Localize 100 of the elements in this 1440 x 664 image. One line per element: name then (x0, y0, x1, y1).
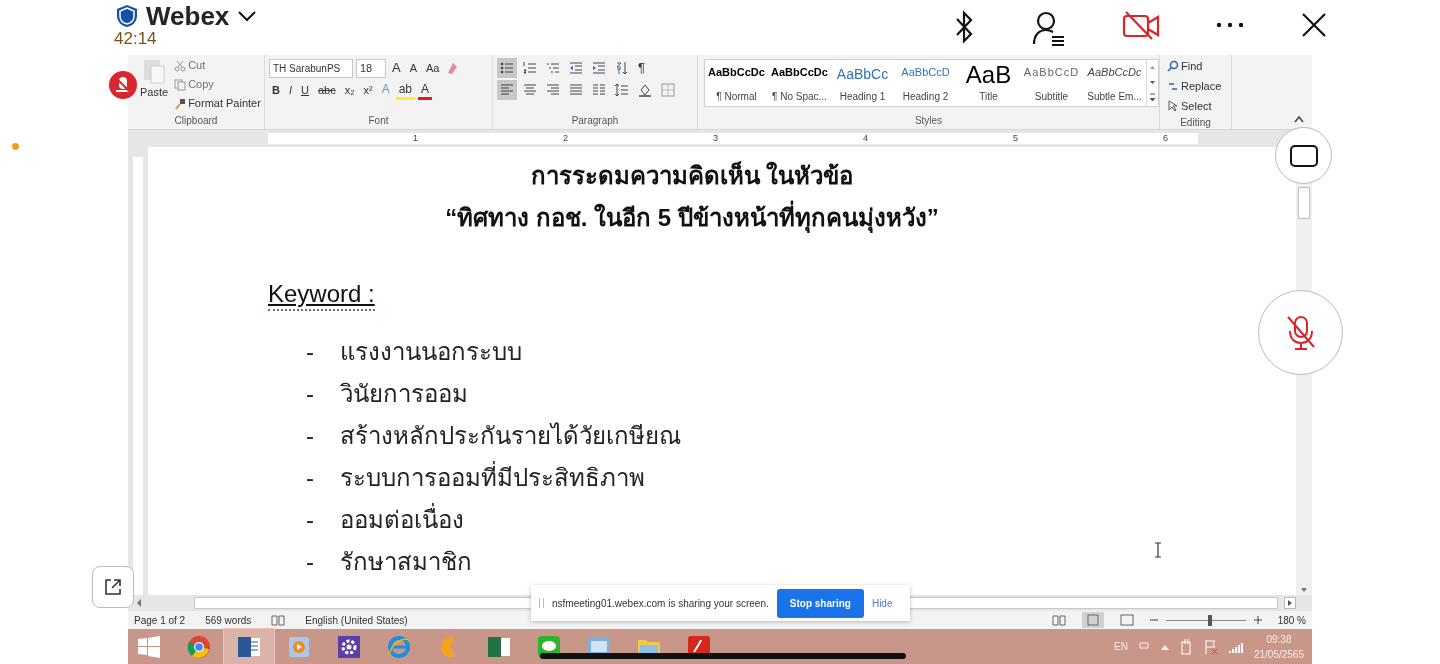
app-icon (387, 634, 411, 659)
change-case-button[interactable]: Aa (423, 58, 443, 78)
ruler-number: 1 (412, 133, 418, 144)
style-item[interactable]: AaBbCcDc Subtle Em... (1083, 60, 1146, 106)
share-out-button[interactable] (92, 566, 134, 608)
cursor-icon (1167, 100, 1179, 112)
copy-icon (174, 78, 187, 91)
style-item[interactable]: AaB Title (957, 60, 1020, 106)
align-center-icon (523, 83, 537, 97)
subscript-button[interactable]: x₂ (341, 80, 358, 100)
grip-icon (539, 598, 544, 608)
highlight-button[interactable]: ab (395, 80, 416, 100)
ruler-number: 2 (562, 133, 568, 144)
font-size-field[interactable]: 18 (356, 58, 386, 78)
zoom-in-icon[interactable] (1253, 616, 1262, 624)
bullet-text: แรงงานนอกระบบ (340, 337, 522, 367)
document-title: การระดมความคิดเห็น ในหัวข้อ (529, 160, 855, 191)
outdent-icon (569, 61, 583, 75)
grow-font-button[interactable]: A (389, 58, 404, 78)
select-button[interactable]: Select (1164, 96, 1227, 116)
stop-sharing-button[interactable]: Stop sharing (776, 588, 864, 618)
borders-icon (661, 83, 675, 97)
bold-button[interactable]: B (269, 80, 283, 100)
start-icon[interactable] (138, 635, 160, 658)
align-left-icon (500, 83, 514, 97)
meeting-timer: 42:14 (114, 30, 158, 48)
app-icon (487, 634, 511, 659)
font-name-field[interactable]: TH SarabunPS (269, 58, 353, 78)
copy-button[interactable]: Copy (171, 75, 264, 94)
shield-icon (116, 4, 138, 28)
bullet-text: ออมต่อเนื่อง (340, 499, 464, 541)
keyword-heading: Keyword : (268, 279, 375, 311)
zoom-slider-thumb[interactable] (1208, 614, 1213, 626)
scrollbar-thumb[interactable] (1298, 187, 1310, 219)
style-item[interactable]: AaBbCcDc ¶ Normal (705, 60, 768, 106)
bullet-marker: - (306, 463, 315, 493)
indent-icon (592, 61, 606, 75)
group-label: Clipboard (173, 114, 219, 128)
show-marks-button[interactable]: ¶ (635, 58, 648, 78)
columns-icon (592, 83, 606, 97)
word-count[interactable]: 569 words (205, 612, 252, 628)
chevron-down-icon[interactable] (237, 10, 258, 22)
justify-icon (569, 83, 583, 97)
find-button[interactable]: Find (1164, 56, 1227, 76)
underline-button[interactable]: U (298, 80, 312, 100)
sort-icon (615, 61, 629, 75)
sharing-message: nsfmeeting01.webex.com is sharing your screen. (552, 596, 769, 611)
search-icon (1167, 60, 1179, 72)
hide-link[interactable]: Hide (871, 595, 893, 611)
flag-icon[interactable] (1203, 638, 1218, 655)
ruler-number: 3 (712, 133, 718, 144)
mic-off-icon (1285, 314, 1316, 351)
brush-icon (174, 97, 187, 110)
bullet-text: ระบบการออมที่มีประสิทธิภาพ (340, 457, 645, 499)
shading-icon (638, 83, 652, 97)
scissors-icon (174, 59, 187, 72)
collapse-ribbon-icon[interactable] (1294, 115, 1304, 123)
replace-button[interactable]: Replace (1164, 76, 1227, 96)
bullet-text: รักษาสมาชิก (340, 547, 472, 577)
power-icon[interactable] (1179, 638, 1194, 655)
bullets-icon (500, 61, 514, 75)
shrink-font-button[interactable]: A (406, 58, 420, 78)
taskbar-app[interactable] (224, 629, 274, 664)
font-color-button[interactable]: A (418, 80, 433, 100)
multilevel-icon (546, 61, 560, 75)
scroll-right-icon[interactable] (1284, 597, 1296, 609)
window-icon (1288, 143, 1319, 168)
external-link-icon (103, 577, 123, 597)
zoom-level[interactable]: 180 % (1277, 612, 1306, 628)
format-painter-button[interactable]: Format Painter (171, 94, 264, 113)
proofing-icon[interactable] (271, 614, 286, 626)
web-layout-icon[interactable] (1119, 614, 1134, 626)
participants-icon[interactable] (1032, 10, 1066, 46)
style-item[interactable]: AaBbCc Heading 1 (831, 60, 894, 106)
ruler-number: 4 (862, 133, 868, 144)
bullet-marker: - (306, 547, 315, 577)
cut-button[interactable]: Cut (171, 56, 264, 75)
bullet-marker: - (306, 421, 315, 451)
ruler-number: 6 (1162, 133, 1168, 144)
language-indicator[interactable]: English (United States) (305, 612, 408, 628)
italic-button[interactable]: I (285, 80, 295, 100)
bullets-button[interactable] (497, 58, 517, 78)
document-title: “ทิศทาง กอช. ในอีก 5 ปีข้างหน้าที่ทุกคนมุ่งหวัง” (148, 197, 1296, 239)
group-label: Paragraph (570, 114, 620, 128)
strikethrough-button[interactable]: abc (314, 80, 339, 100)
group-label: Font (367, 114, 390, 128)
zoom-out-icon[interactable] (1149, 616, 1158, 624)
print-layout-icon[interactable] (1081, 612, 1104, 628)
read-mode-icon[interactable] (1051, 614, 1066, 626)
style-item[interactable]: AaBbCcD Heading 2 (894, 60, 957, 106)
paste-button[interactable]: Paste (140, 85, 169, 99)
style-item[interactable]: AaBbCcD Subtitle (1020, 60, 1083, 106)
status-dot (12, 143, 19, 151)
superscript-button[interactable]: x² (360, 80, 376, 100)
style-item[interactable]: AaBbCcDc ¶ No Spac... (768, 60, 831, 106)
ruler-number: 5 (1012, 133, 1018, 144)
bullet-marker: - (306, 379, 315, 409)
page-count[interactable]: Page 1 of 2 (134, 612, 186, 628)
line-spacing-icon (615, 83, 629, 97)
video-off-icon[interactable] (1122, 10, 1160, 40)
